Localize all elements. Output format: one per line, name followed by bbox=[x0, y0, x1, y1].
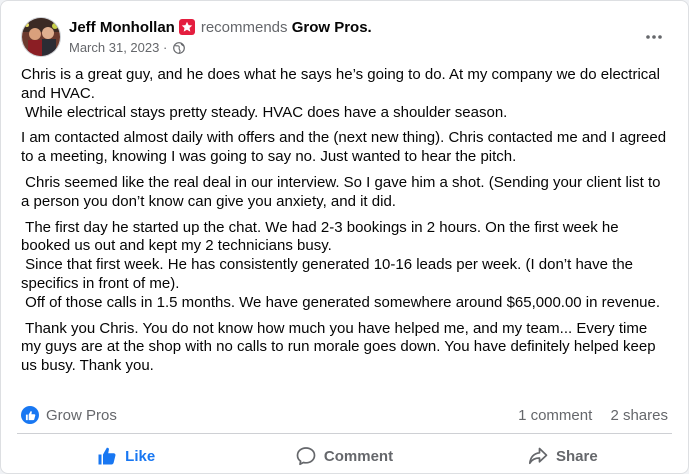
like-button[interactable]: Like bbox=[17, 438, 235, 474]
page-name-link[interactable]: Grow Pros. bbox=[292, 19, 372, 36]
engagement-counts: 1 comment 2 shares bbox=[518, 407, 668, 424]
divider bbox=[17, 433, 672, 434]
recommends-label: recommends bbox=[200, 19, 288, 36]
post-meta: March 31, 2023 · bbox=[69, 40, 185, 55]
comment-label: Comment bbox=[323, 447, 394, 465]
avatar[interactable] bbox=[21, 17, 61, 57]
post-date[interactable]: March 31, 2023 bbox=[69, 40, 159, 55]
globe-icon bbox=[173, 42, 185, 54]
author-name[interactable]: Jeff Monhollan bbox=[69, 19, 175, 36]
comment-button[interactable]: Comment bbox=[235, 438, 453, 474]
ellipsis-icon bbox=[646, 35, 662, 39]
like-label: Like bbox=[125, 447, 156, 465]
post-paragraph: Chris is a great guy, and he does what h… bbox=[21, 66, 660, 121]
recommend-badge-icon bbox=[178, 19, 195, 35]
avatar-photo bbox=[22, 18, 60, 56]
post-paragraph: Chris seemed like the real deal in our i… bbox=[21, 173, 665, 210]
meta-separator: · bbox=[162, 40, 168, 55]
more-options-button[interactable] bbox=[636, 19, 672, 55]
post-paragraph: I am contacted almost daily with offers … bbox=[21, 129, 671, 166]
reactor-name[interactable]: Grow Pros bbox=[46, 407, 117, 424]
post-paragraph: The first day he started up the chat. We… bbox=[21, 218, 661, 311]
thumbs-up-icon bbox=[98, 447, 116, 465]
like-reaction-icon[interactable] bbox=[21, 406, 39, 424]
share-count[interactable]: 2 shares bbox=[610, 407, 668, 424]
post-body: Chris is a great guy, and he does what h… bbox=[21, 66, 671, 383]
post-paragraph: Thank you Chris. You do not know how muc… bbox=[21, 319, 660, 375]
action-bar: Like Comment Share bbox=[17, 438, 672, 474]
post-header: Jeff Monhollan recommends Grow Pros. Marc… bbox=[17, 13, 672, 57]
reactions-bar: Grow Pros 1 comment 2 shares bbox=[17, 403, 672, 429]
comment-count[interactable]: 1 comment bbox=[518, 407, 592, 424]
comment-icon bbox=[296, 447, 316, 466]
share-button[interactable]: Share bbox=[454, 438, 672, 474]
post-card: Jeff Monhollan recommends Grow Pros. Marc… bbox=[0, 0, 689, 474]
share-label: Share bbox=[555, 447, 598, 465]
share-icon bbox=[528, 447, 548, 465]
author-line: Jeff Monhollan recommends Grow Pros. bbox=[69, 19, 372, 36]
